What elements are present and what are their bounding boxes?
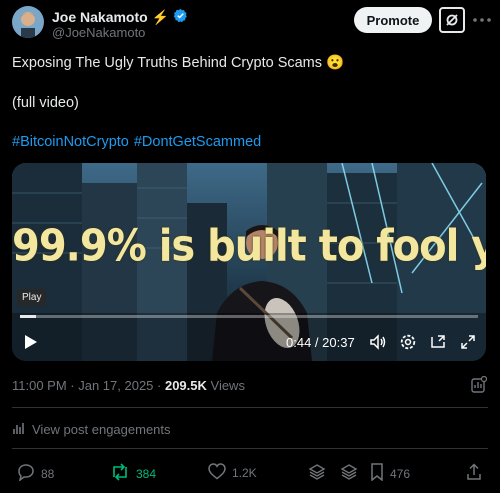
play-badge: Play — [17, 289, 47, 306]
avatar[interactable] — [12, 6, 44, 38]
author-name-row[interactable]: Joe Nakamoto ⚡ — [52, 8, 188, 26]
volume-icon[interactable] — [369, 333, 387, 356]
analytics-icon[interactable] — [471, 375, 488, 399]
hashtags: #BitcoinNotCrypto #DontGetScammed — [12, 134, 261, 150]
view-post-engagements-link[interactable]: View post engagements — [12, 421, 171, 438]
like-count: 1.2K — [232, 466, 257, 480]
repost-count: 384 — [136, 466, 157, 481]
grok-stack-button[interactable] — [308, 463, 326, 484]
video-timecode: 0:44 / 20:37 — [286, 335, 355, 350]
picture-in-picture-icon[interactable] — [429, 333, 447, 356]
repost-button[interactable]: 384 — [110, 463, 156, 484]
video-progress-fill — [20, 315, 37, 318]
settings-gear-icon[interactable] — [399, 333, 417, 356]
author-handle[interactable]: @JoeNakamoto — [52, 25, 145, 40]
video-progress-bar[interactable] — [20, 315, 478, 318]
more-icon[interactable] — [470, 10, 494, 30]
tweet-text-line2: (full video) — [12, 95, 79, 111]
reply-icon — [17, 463, 35, 484]
divider — [12, 448, 488, 449]
layers-icon — [340, 463, 358, 484]
post-meta: 11:00 PM · Jan 17, 2025 · 209.5K Views — [12, 378, 245, 393]
video-player[interactable]: 99.9% is built to fool you. Play 0:44 / … — [12, 163, 486, 361]
divider — [12, 407, 488, 408]
play-button[interactable] — [24, 334, 38, 355]
bookmark-count: 476 — [390, 466, 411, 481]
bar-chart-icon — [12, 421, 26, 438]
bookmark-button[interactable]: 476 — [370, 463, 410, 484]
hashtag-link[interactable]: #BitcoinNotCrypto — [12, 134, 129, 150]
layers-icon — [308, 463, 326, 484]
like-button[interactable]: 1.2K — [208, 463, 257, 483]
fullscreen-icon[interactable] — [459, 333, 477, 356]
grok-icon[interactable] — [439, 7, 465, 33]
author-display-name[interactable]: Joe Nakamoto — [52, 9, 148, 25]
engagements-label: View post engagements — [32, 422, 171, 437]
share-icon — [466, 463, 482, 484]
views-label: Views — [206, 378, 245, 393]
bookmark-icon — [370, 463, 384, 484]
verified-badge-icon — [173, 8, 188, 26]
heart-icon — [208, 463, 226, 483]
repost-icon — [110, 463, 130, 484]
grok-stack-button-2[interactable] — [340, 463, 358, 484]
post-timestamp[interactable]: 11:00 PM · Jan 17, 2025 · — [12, 378, 165, 393]
video-overlay-caption: 99.9% is built to fool you. — [12, 220, 486, 272]
hashtag-link[interactable]: #DontGetScammed — [134, 134, 261, 150]
share-button[interactable] — [466, 463, 482, 484]
lightning-emoji: ⚡ — [151, 8, 170, 25]
reply-count: 88 — [41, 466, 55, 481]
tweet-text-line1: Exposing The Ugly Truths Behind Crypto S… — [12, 55, 345, 71]
reply-button[interactable]: 88 — [17, 463, 54, 484]
view-count: 209.5K — [164, 378, 207, 393]
promote-button[interactable]: Promote — [354, 7, 432, 33]
